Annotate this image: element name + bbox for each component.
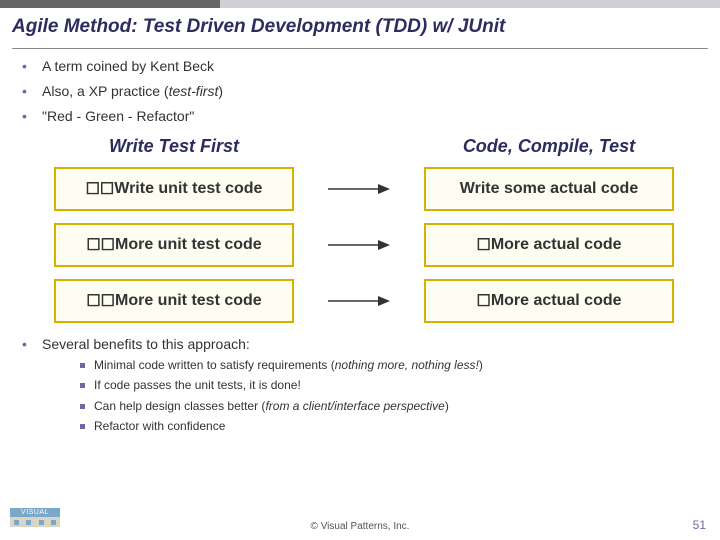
prefix: ☐☐	[86, 235, 115, 255]
copyright: © Visual Patterns, Inc.	[311, 521, 410, 532]
arrow-icon	[324, 292, 394, 310]
box-left: ☐☐Write unit test code	[54, 167, 294, 211]
box-text: Write some actual code	[460, 180, 638, 198]
table-row: ☐☐Write unit test code Write some actual…	[54, 167, 674, 211]
prefix: ☐	[476, 235, 490, 255]
col-head-right: Code, Compile, Test	[424, 136, 674, 157]
text-ital: test-first	[169, 83, 219, 99]
rows-container: ☐☐Write unit test code Write some actual…	[54, 167, 674, 323]
box-text: More unit test code	[115, 292, 262, 310]
box-left: ☐☐More unit test code	[54, 223, 294, 267]
box-right: ☐More actual code	[424, 223, 674, 267]
text-ital: from a client/interface perspective	[265, 399, 444, 413]
prefix: ☐☐	[86, 179, 115, 199]
text: Also, a XP practice (	[42, 83, 169, 99]
sub-bullet: Minimal code written to satisfy requirem…	[76, 358, 706, 374]
box-text: Write unit test code	[114, 180, 262, 198]
bullet-xp-practice: Also, a XP practice (test-first)	[14, 82, 706, 101]
text: )	[445, 399, 449, 413]
arrow-icon	[324, 236, 394, 254]
title-underline	[12, 48, 708, 49]
logo: VISUAL	[10, 508, 60, 534]
box-text: More actual code	[491, 236, 622, 254]
top-decor	[0, 0, 720, 8]
sub-bullet: Can help design classes better (from a c…	[76, 399, 706, 415]
col-head-left: Write Test First	[54, 136, 294, 157]
slide-title: Agile Method: Test Driven Development (T…	[0, 8, 720, 48]
bullet-kent-beck: A term coined by Kent Beck	[14, 57, 706, 76]
box-right: ☐More actual code	[424, 279, 674, 323]
page-number: 51	[693, 518, 706, 532]
sub-bullet: If code passes the unit tests, it is don…	[76, 378, 706, 394]
table-row: ☐☐More unit test code ☐More actual code	[54, 223, 674, 267]
text: Several benefits to this approach:	[42, 336, 250, 352]
box-text: More actual code	[491, 292, 622, 310]
text-ital: nothing more, nothing less!	[335, 358, 479, 372]
text: )	[479, 358, 483, 372]
prefix: ☐	[476, 291, 490, 311]
text: )	[218, 83, 223, 99]
table-row: ☐☐More unit test code ☐More actual code	[54, 279, 674, 323]
prefix: ☐☐	[86, 291, 115, 311]
bullet-rgr: "Red - Green - Refactor"	[14, 107, 706, 126]
box-left: ☐☐More unit test code	[54, 279, 294, 323]
text: Minimal code written to satisfy requirem…	[94, 358, 335, 372]
bullet-benefits: Several benefits to this approach: Minim…	[14, 335, 706, 435]
sub-bullet: Refactor with confidence	[76, 419, 706, 435]
text: Can help design classes better (	[94, 399, 265, 413]
box-text: More unit test code	[115, 236, 262, 254]
box-right: Write some actual code	[424, 167, 674, 211]
logo-text: VISUAL	[10, 508, 60, 517]
arrow-icon	[324, 180, 394, 198]
